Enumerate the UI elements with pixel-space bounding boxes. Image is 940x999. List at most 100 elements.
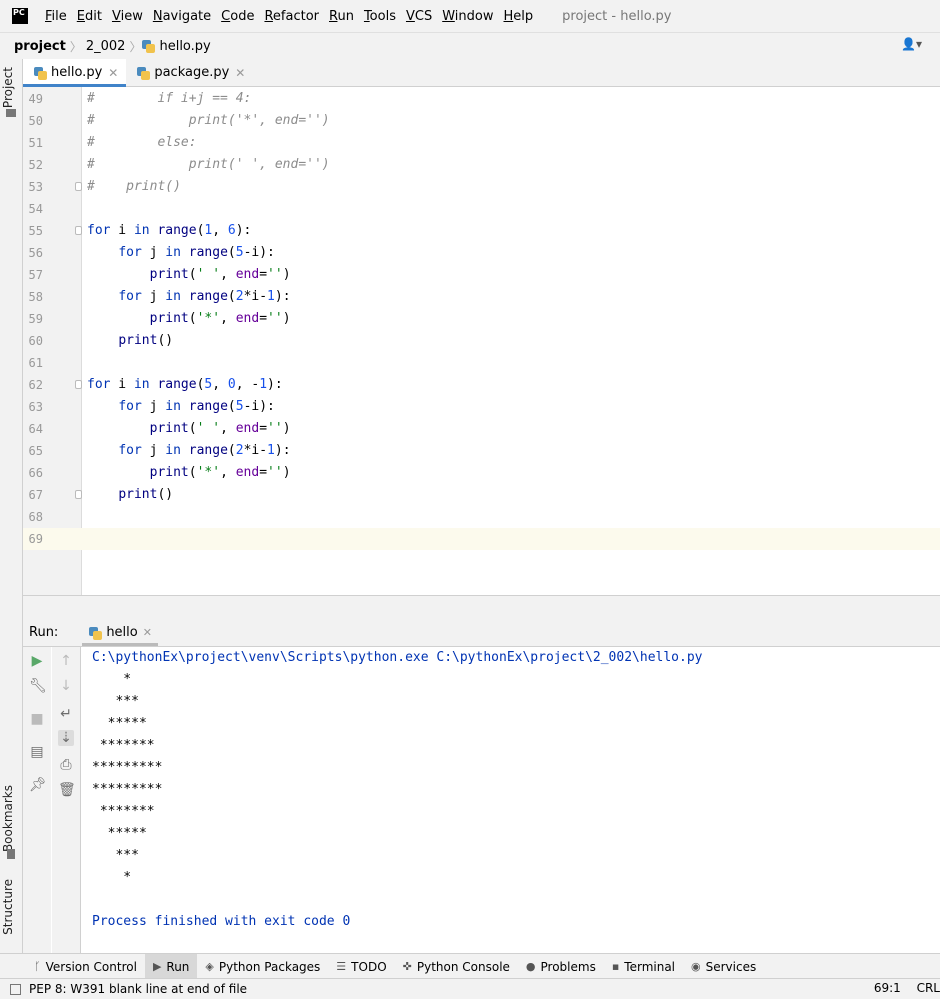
structure-tool-button[interactable]: Structure	[1, 879, 15, 935]
code-text: print()	[87, 484, 173, 506]
terminal-icon: ▪	[611, 960, 620, 973]
code-token: ''	[267, 267, 283, 282]
code-token: j	[141, 399, 166, 414]
menu-item-window[interactable]: Window	[437, 9, 498, 24]
status-square-icon[interactable]	[10, 983, 21, 995]
bookmarks-tool-button[interactable]: Bookmarks	[1, 785, 15, 852]
tool-tab-python-packages[interactable]: ◈ Python Packages	[197, 954, 328, 979]
code-line[interactable]: 54	[23, 198, 940, 220]
code-line[interactable]: 65 for j in range(2*i-1):	[23, 440, 940, 462]
code-line[interactable]: 51 # else:	[23, 132, 940, 154]
fold-marker-icon[interactable]	[75, 490, 82, 499]
project-tool-button[interactable]: Project	[1, 67, 15, 108]
code-line[interactable]: 57 print(' ', end='')	[23, 264, 940, 286]
rerun-icon[interactable]: ▶	[29, 653, 45, 669]
code-token: print	[118, 487, 158, 502]
tool-tab-services[interactable]: ◉ Services	[683, 954, 764, 979]
code-token: ' '	[196, 421, 221, 436]
menu-item-tools[interactable]: Tools	[359, 9, 401, 24]
code-token: (	[227, 289, 236, 304]
code-line[interactable]: 52 # print(' ', end='')	[23, 154, 940, 176]
tool-tab-run[interactable]: ▶ Run	[144, 954, 198, 979]
tool-tab-terminal[interactable]: ▪ Terminal	[604, 954, 683, 979]
menu-item-refactor[interactable]: Refactor	[259, 9, 324, 24]
code-token: 6	[227, 223, 236, 238]
code-line[interactable]: 68	[23, 506, 940, 528]
tab-hello-py[interactable]: hello.py ✕	[23, 59, 127, 87]
wrench-icon[interactable]: 🔧︎	[29, 678, 47, 694]
tab-label: package.py	[154, 65, 230, 80]
status-message[interactable]: PEP 8: W391 blank line at end of file	[29, 982, 247, 996]
tool-tab-version-control[interactable]: ᚴ Version Control	[26, 954, 145, 979]
code-text: # print(' ', end='')	[87, 154, 330, 176]
code-line[interactable]: 60 print()	[23, 330, 940, 352]
code-line[interactable]: 58 for j in range(2*i-1):	[23, 286, 940, 308]
menu-item-help[interactable]: Help	[499, 9, 539, 24]
caret-position[interactable]: 69:1	[874, 981, 901, 995]
console-system-line: Process finished with exit code 0	[92, 914, 351, 929]
scroll-to-end-icon[interactable]: ⇣	[58, 730, 74, 746]
breadcrumb-folder[interactable]: 2_002	[82, 39, 130, 54]
code-token: # print('*', end='')	[87, 113, 330, 128]
arrow-down-icon[interactable]: ↓	[58, 678, 74, 694]
fold-marker-icon[interactable]	[75, 226, 82, 235]
code-line[interactable]: 50 # print('*', end='')	[23, 110, 940, 132]
code-line[interactable]: 64 print(' ', end='')	[23, 418, 940, 440]
layout-icon[interactable]: ▤	[29, 744, 45, 760]
run-toolbar-secondary: ↑ ↓ ↵ ⇣ ⎙ 🗑︎	[52, 647, 81, 953]
menu-item-code[interactable]: Code	[216, 9, 259, 24]
breadcrumb-file[interactable]: hello.py	[159, 39, 214, 54]
line-number: 54	[28, 202, 43, 216]
code-token: 1	[267, 443, 275, 458]
code-line[interactable]: 66 print('*', end='')	[23, 462, 940, 484]
tool-tab-problems[interactable]: ● Problems	[518, 954, 604, 979]
code-token: for	[118, 245, 142, 260]
menu-item-edit[interactable]: Edit	[72, 9, 107, 24]
code-line[interactable]: 67 print()	[23, 484, 940, 506]
user-icon[interactable]: 👤▾	[901, 37, 922, 51]
line-number: 59	[28, 312, 43, 326]
breadcrumb-project[interactable]: project	[10, 39, 70, 54]
menu-item-vcs[interactable]: VCS	[401, 9, 437, 24]
run-tab-hello[interactable]: hello ✕	[82, 619, 158, 646]
run-console-output[interactable]: C:\pythonEx\project\venv\Scripts\python.…	[81, 647, 940, 953]
code-line[interactable]: 69	[23, 528, 940, 550]
menu-item-file[interactable]: File	[40, 9, 72, 24]
code-text: print()	[87, 330, 173, 352]
tool-window-bar: ᚴ Version Control ▶ Run ◈ Python Packages ☰ TOD…	[0, 953, 940, 979]
soft-wrap-icon[interactable]: ↵	[58, 706, 74, 722]
code-line[interactable]: 62 for i in range(5, 0, -1):	[23, 374, 940, 396]
code-line[interactable]: 55 for i in range(1, 6):	[23, 220, 940, 242]
pin-icon[interactable]: 📌︎	[29, 777, 47, 793]
code-line[interactable]: 63 for j in range(5-i):	[23, 396, 940, 418]
console-output-line: ***	[92, 694, 139, 709]
menu-item-view[interactable]: View	[107, 9, 148, 24]
code-line[interactable]: 59 print('*', end='')	[23, 308, 940, 330]
code-token: =	[259, 421, 268, 436]
code-token: end	[235, 421, 260, 436]
tool-tab-todo[interactable]: ☰ TODO	[328, 954, 394, 979]
tool-tab-python-console[interactable]: ✜ Python Console	[395, 954, 518, 979]
code-line[interactable]: 56 for j in range(5-i):	[23, 242, 940, 264]
print-icon[interactable]: ⎙	[58, 757, 74, 773]
code-editor[interactable]: 49 # if i+j == 4: 50 # print('*', end='') 51…	[23, 87, 940, 595]
close-icon[interactable]: ✕	[108, 66, 118, 80]
code-line[interactable]: 61	[23, 352, 940, 374]
close-icon[interactable]: ✕	[143, 626, 152, 639]
menu-item-run[interactable]: Run	[324, 9, 359, 24]
status-right: 69:1 CRL	[874, 981, 940, 995]
menu-item-navigate[interactable]: Navigate	[148, 9, 216, 24]
trash-icon[interactable]: 🗑︎	[58, 782, 76, 798]
line-separator[interactable]: CRL	[917, 981, 940, 995]
close-icon[interactable]: ✕	[235, 66, 245, 80]
stop-icon[interactable]: ■	[29, 711, 45, 727]
code-line[interactable]: 49 # if i+j == 4:	[23, 88, 940, 110]
code-line[interactable]: 53 # print()	[23, 176, 940, 198]
fold-marker-icon[interactable]	[75, 380, 82, 389]
fold-marker-icon[interactable]	[75, 182, 82, 191]
tab-package-py[interactable]: package.py ✕	[126, 59, 253, 86]
arrow-up-icon[interactable]: ↑	[58, 653, 74, 669]
editor-panel-splitter[interactable]	[23, 595, 940, 619]
